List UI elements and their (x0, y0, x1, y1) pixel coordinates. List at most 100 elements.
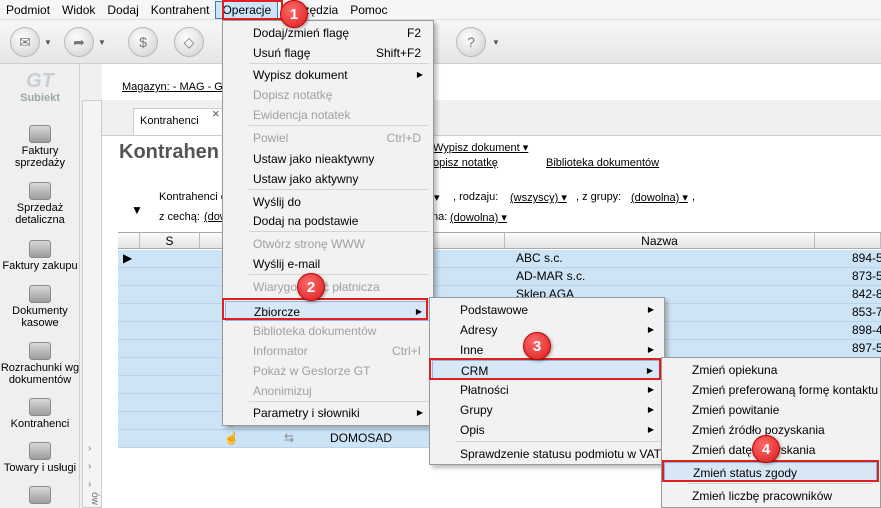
retail-icon (29, 182, 51, 200)
chevron-right-icon: › (88, 461, 92, 472)
menu-item-label: Dodaj na podstawie (253, 214, 359, 228)
menu-item-operacje: Powiel Ctrl+D (225, 128, 431, 148)
menu-item-operacje[interactable]: Ustaw jako aktywny (225, 169, 431, 189)
link-wypisz-dokument[interactable]: Wypisz dokument ▾ (433, 141, 528, 154)
send-icon[interactable]: ✉ (10, 27, 40, 57)
nav-dokumenty-kasowe[interactable]: Dokumenty kasowe (0, 285, 80, 329)
menu-kontrahent[interactable]: Kontrahent (145, 1, 216, 19)
menu-item-label: Wyślij do (253, 195, 301, 209)
menu-item-label: Usuń flagę (253, 46, 311, 60)
goods-icon (29, 442, 51, 460)
menu-item-shortcut: Shift+F2 (375, 46, 421, 60)
menu-item-crm[interactable]: Zmień powitanie (664, 400, 877, 420)
menu-podmiot[interactable]: Podmiot (0, 1, 56, 19)
more-icon (29, 486, 51, 504)
close-icon[interactable]: × (212, 106, 220, 121)
highlight-box-status-zgody (662, 460, 879, 482)
menu-item-label: Grupy (460, 403, 493, 417)
menu-item-operacje[interactable]: Wyślij do (225, 192, 431, 212)
magazyn-label[interactable]: Magazyn: - MAG - Gł (122, 81, 225, 93)
filter-na-value[interactable]: (dowolna) ▾ (450, 211, 507, 224)
highlight-box-zbiorcze (222, 298, 428, 320)
menu-item-operacje[interactable]: Usuń flagę Shift+F2 (225, 43, 431, 63)
menu-item-operacje: Anonimizuj (225, 381, 431, 401)
grid-header-nazwa[interactable]: Nazwa (505, 233, 815, 249)
forward-icon[interactable]: ➦ (64, 27, 94, 57)
menu-item-label: Ustaw jako nieaktywny (253, 152, 375, 166)
menu-operacje-dropdown: Dodaj/zmień flagę F2 Usuń flagę Shift+F2 Wyp… (222, 20, 434, 426)
menu-item-label: Otwórz stronę WWW (253, 237, 366, 251)
menu-item-operacje[interactable]: Dodaj/zmień flagę F2 (225, 23, 431, 43)
nav-kontrahenci[interactable]: Kontrahenci (0, 398, 80, 430)
nav-label: Faktury sprzedaży (14, 145, 66, 169)
menu-item-operacje[interactable]: Dodaj na podstawie (225, 211, 431, 231)
chevron-down-icon[interactable]: ▼ (44, 38, 52, 47)
menu-item-label: Inne (460, 343, 484, 357)
eraser-icon[interactable]: ◇ (174, 27, 204, 57)
menu-item-zbiorcze[interactable]: Podstawowe ▶ (432, 300, 662, 320)
menu-item-zbiorcze[interactable]: Opis ▶ (432, 420, 662, 440)
menu-item-label: Zmień liczbę pracowników (692, 489, 833, 503)
menu-item-operacje[interactable]: Wypisz dokument ▶ (225, 65, 431, 85)
nav-label: Towary i usługi (3, 462, 77, 474)
menu-item-zbiorcze[interactable]: Płatności ▶ (432, 380, 662, 400)
link-biblioteka[interactable]: Biblioteka dokumentów (546, 157, 659, 169)
menu-bar: Podmiot Widok Dodaj Kontrahent Operacje … (0, 0, 881, 20)
menu-item-label: Płatności (460, 383, 509, 397)
collapse-panel[interactable]: › › › ów (82, 100, 102, 508)
menu-item-operacje[interactable]: Ustaw jako nieaktywny (225, 149, 431, 169)
menu-item-operacje[interactable]: Parametry i słowniki ▶ (225, 403, 431, 423)
menu-item-crm[interactable]: Zmień opiekuna (664, 360, 877, 380)
contractor-icon (29, 398, 51, 416)
menu-item-operacje[interactable]: Wyślij e-mail (225, 254, 431, 274)
submenu-arrow-icon: ▶ (647, 345, 654, 354)
menu-item-label: Zmień opiekuna (692, 363, 778, 377)
menu-widok[interactable]: Widok (56, 1, 101, 19)
submenu-arrow-icon: ▶ (647, 305, 654, 314)
filter-dropdown-arrow[interactable]: ▾ (434, 191, 440, 204)
expand-filters-icon[interactable]: ▼ (131, 203, 143, 217)
filter-value: (dowolna) (450, 212, 499, 224)
callout-4: 4 (752, 435, 780, 463)
menu-pomoc[interactable]: Pomoc (344, 1, 393, 19)
menu-item-label: Dopisz notatkę (253, 88, 333, 102)
menu-item-label: Pokaż w Gestorze GT (253, 364, 371, 378)
menu-dodaj[interactable]: Dodaj (101, 1, 144, 19)
menu-item-crm[interactable]: Zmień liczbę pracowników (664, 486, 877, 506)
menu-item-crm[interactable]: Zmień preferowaną formę kontaktu (664, 380, 878, 400)
menu-item-operacje: Dopisz notatkę (225, 85, 431, 105)
nav-more[interactable] (0, 486, 80, 506)
coins-icon[interactable]: $ (128, 27, 158, 57)
row-indicator-icon: ▶ (123, 251, 133, 265)
filter-value: (wszyscy) (510, 192, 559, 204)
menu-item-zbiorcze[interactable]: Grupy ▶ (432, 400, 662, 420)
callout-1: 1 (280, 0, 308, 28)
purchase-icon (29, 240, 51, 258)
link-dopisz-notatke[interactable]: opisz notatkę (433, 157, 498, 169)
menu-item-label: Adresy (460, 323, 498, 337)
submenu-arrow-icon: ▶ (647, 325, 654, 334)
filter-rodzaju-value[interactable]: (wszyscy) ▾ (510, 191, 567, 204)
menu-item-label: Informator (253, 344, 308, 358)
menu-separator (456, 441, 661, 442)
menu-item-operacje: Pokaż w Gestorze GT (225, 361, 431, 381)
chevron-down-icon[interactable]: ▼ (492, 38, 500, 47)
nav-towary[interactable]: Towary i usługi (0, 442, 80, 474)
grid-header-nip[interactable] (815, 233, 881, 249)
nav-faktury-sprzedazy[interactable]: Faktury sprzedaży (0, 125, 80, 169)
help-icon[interactable]: ? (456, 27, 486, 57)
menu-item-zbiorcze[interactable]: Sprawdzenie statusu podmiotu w VAT (432, 444, 662, 464)
menu-item-label: Opis (460, 423, 485, 437)
filter-label: Kontrahenci o (159, 191, 227, 203)
nav-sprzedaz-detaliczna[interactable]: Sprzedaż detaliczna (0, 182, 80, 226)
submenu-arrow-icon: ▶ (416, 70, 423, 79)
page-title: Kontrahen (119, 141, 219, 163)
nav-faktury-zakupu[interactable]: Faktury zakupu (0, 240, 80, 272)
menu-separator (249, 189, 429, 190)
chevron-down-icon[interactable]: ▼ (98, 38, 106, 47)
grid-header-s[interactable]: S (140, 233, 200, 249)
menu-separator (688, 483, 873, 484)
nav-rozrachunki[interactable]: Rozrachunki wg dokumentów (0, 342, 80, 386)
filter-cecha-label: z cechą: (159, 211, 200, 223)
filter-grupy-value[interactable]: (dowolna) ▾ (631, 191, 688, 204)
